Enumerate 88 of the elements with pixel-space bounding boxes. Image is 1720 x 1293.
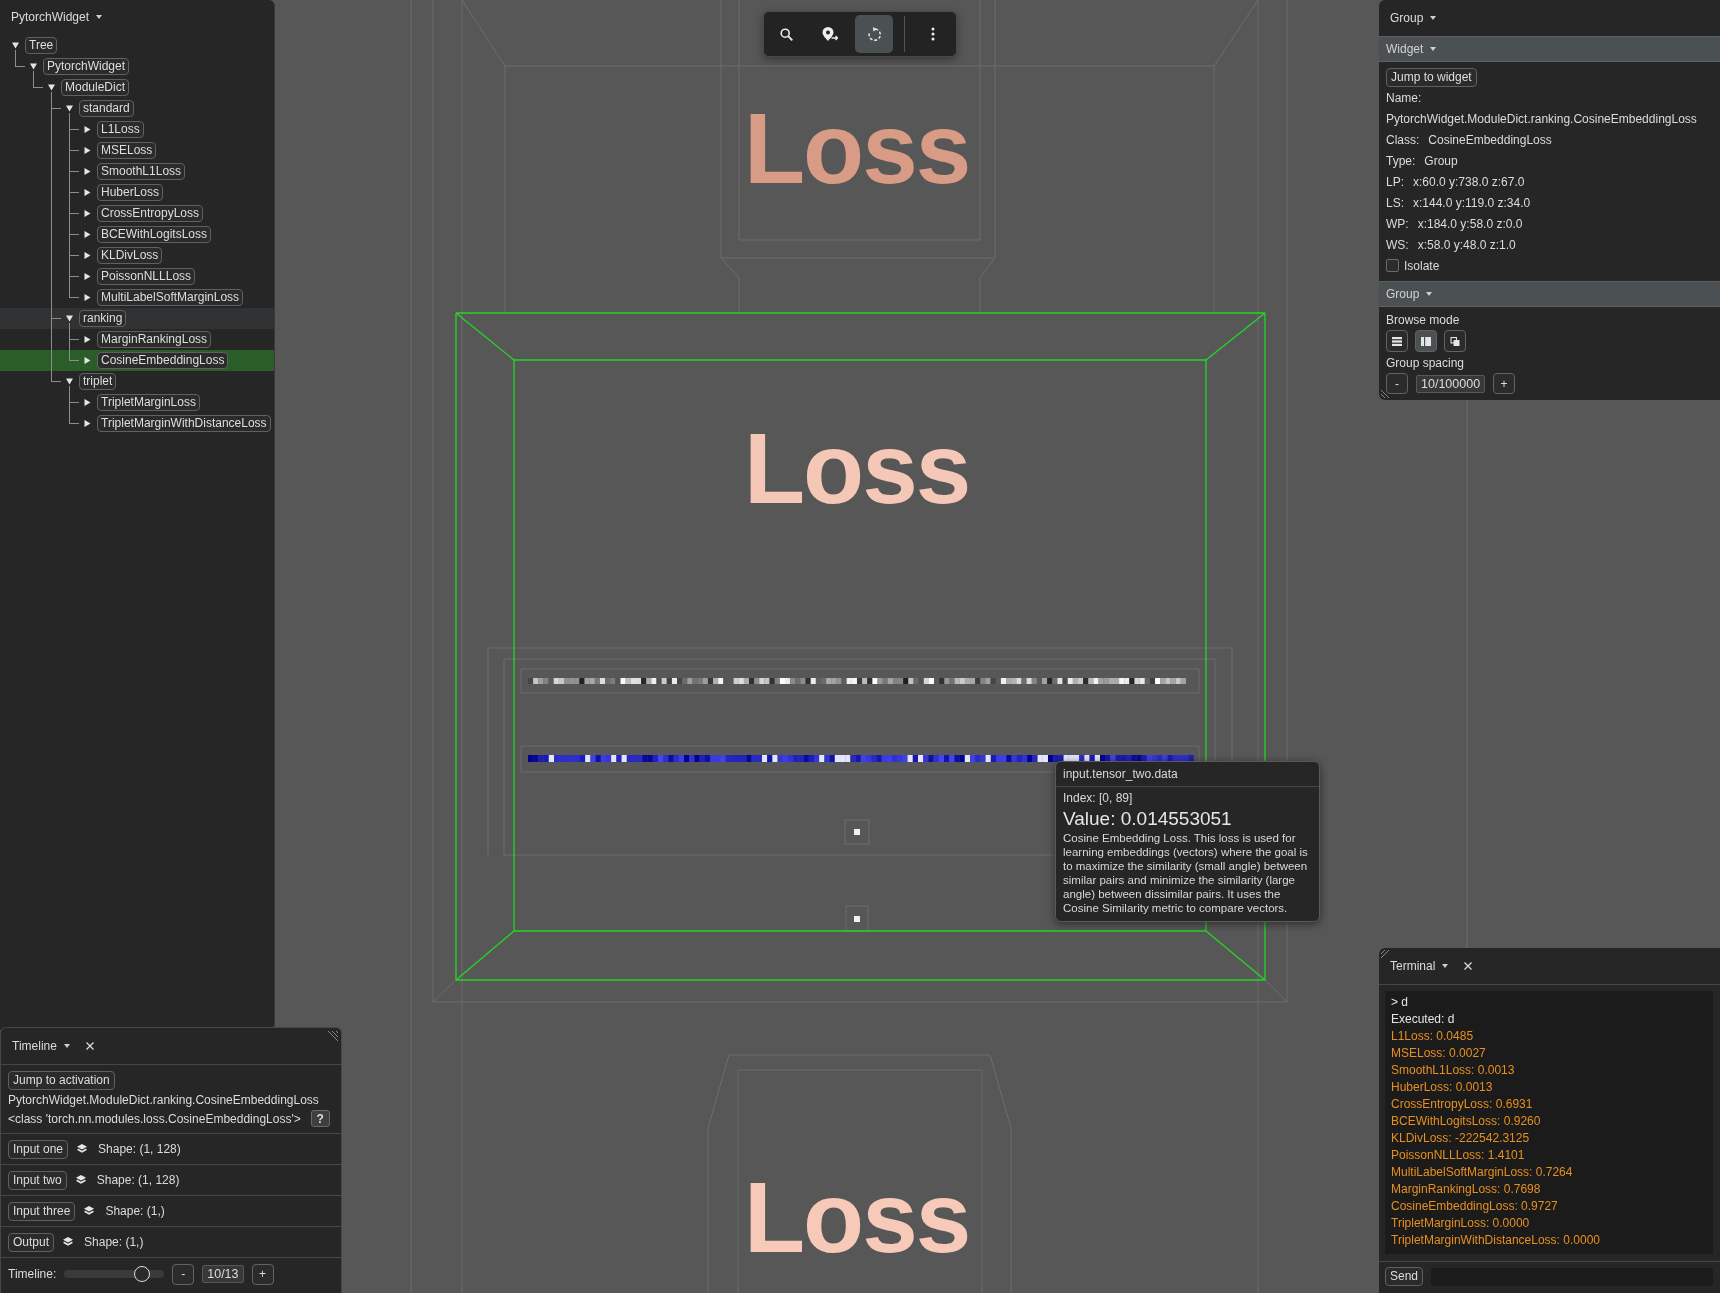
tree-node-label[interactable]: SmoothL1Loss (97, 163, 186, 180)
dimensions-label: Shape: (1,) (84, 1235, 144, 1249)
tree-node-label[interactable]: CrossEntropyLoss (97, 205, 204, 222)
section-header[interactable]: Group (1379, 281, 1720, 307)
tree-row[interactable]: CosineEmbeddingLoss (0, 350, 274, 371)
caret-right-icon[interactable] (84, 336, 91, 343)
caret-right-icon[interactable] (84, 126, 91, 133)
tree-node-label[interactable]: MSELoss (97, 142, 157, 159)
tree-row[interactable]: MSELoss (0, 140, 274, 161)
caret-right-icon[interactable] (84, 210, 91, 217)
caret-right-icon[interactable] (84, 231, 91, 238)
tree-row[interactable]: ranking (0, 308, 274, 329)
caret-right-icon[interactable] (84, 294, 91, 301)
caret-right-icon[interactable] (84, 420, 91, 427)
caret-down-icon[interactable] (66, 378, 73, 385)
tensor-button[interactable]: Input three (8, 1201, 76, 1221)
caret-down-icon[interactable] (12, 42, 19, 49)
caret-down-icon[interactable] (66, 105, 73, 112)
tensor-button[interactable]: Input one (8, 1139, 69, 1159)
decrement-button[interactable]: - (172, 1263, 195, 1285)
tree-node-label[interactable]: triplet (79, 373, 117, 390)
tree-row[interactable]: PoissonNLLLoss (0, 266, 274, 287)
increment-button[interactable]: + (251, 1263, 274, 1285)
tree-row[interactable]: CrossEntropyLoss (0, 203, 274, 224)
tree-node-label[interactable]: TripletMarginLoss (97, 394, 200, 411)
tree-row[interactable]: TripletMarginWithDistanceLoss (0, 413, 274, 434)
panel-menu-button[interactable]: Timeline (12, 1036, 70, 1056)
tensor-button[interactable]: Input two (8, 1170, 67, 1190)
caret-down-icon (63, 1044, 70, 1048)
resize-grip-icon[interactable] (328, 1031, 338, 1041)
caret-right-icon[interactable] (84, 273, 91, 280)
tree-node-label[interactable]: ModuleDict (61, 79, 130, 96)
tree-node-label[interactable]: MarginRankingLoss (97, 331, 212, 348)
tree-row[interactable]: triplet (0, 371, 274, 392)
tree-node-label[interactable]: PytorchWidget (43, 58, 130, 75)
tree-row[interactable]: ModuleDict (0, 77, 274, 98)
caret-right-icon[interactable] (84, 189, 91, 196)
tree-row[interactable]: L1Loss (0, 119, 274, 140)
tree-node-label[interactable]: HuberLoss (97, 184, 164, 201)
section-header[interactable]: Widget (1379, 36, 1720, 62)
slider-thumb[interactable] (134, 1266, 151, 1282)
tree-node-label[interactable]: KLDivLoss (97, 247, 163, 264)
tree-row[interactable]: KLDivLoss (0, 245, 274, 266)
caret-down-icon[interactable] (48, 84, 55, 91)
tree-node-label[interactable]: MultiLabelSoftMarginLoss (97, 289, 244, 306)
tree-node-label[interactable]: Tree (25, 37, 58, 54)
tree-row[interactable]: PytorchWidget (0, 56, 274, 77)
layers-icon (77, 1144, 88, 1154)
tensor-button[interactable]: Output (8, 1232, 55, 1252)
caret-right-icon[interactable] (84, 357, 91, 364)
caret-right-icon[interactable] (84, 252, 91, 259)
tree-node-label[interactable]: standard (79, 100, 134, 117)
tree-node-label[interactable]: PoissonNLLLoss (97, 268, 196, 285)
tree-row[interactable]: TripletMarginLoss (0, 392, 274, 413)
dimensions-label: Shape: (1, 128) (98, 1142, 181, 1156)
layers-icon (75, 1175, 86, 1185)
panel-menu-button[interactable]: PytorchWidget (11, 7, 103, 27)
tree-node-label[interactable]: ranking (79, 310, 127, 327)
close-icon[interactable] (85, 1042, 94, 1050)
caret-down-icon (96, 15, 103, 19)
dimensions-label: Shape: (1,) (105, 1204, 165, 1218)
layers-icon (84, 1206, 95, 1216)
tree-row[interactable]: HuberLoss (0, 182, 274, 203)
tree-row[interactable]: MultiLabelSoftMarginLoss (0, 287, 274, 308)
tree-row[interactable]: BCEWithLogitsLoss (0, 224, 274, 245)
tree-node-label[interactable]: CosineEmbeddingLoss (97, 352, 229, 369)
increment-button[interactable]: + (1493, 373, 1516, 394)
class-name: <class 'torch.nn.modules.loss.CosineEmbeddingLoss'> (8, 1111, 301, 1126)
tree-row[interactable]: standard (0, 98, 274, 119)
help-button[interactable]: ? (310, 1110, 330, 1127)
tree-row[interactable]: SmoothL1Loss (0, 161, 274, 182)
caret-down-icon[interactable] (30, 63, 37, 70)
tree-node-label[interactable]: L1Loss (97, 121, 144, 138)
slider-label: Timeline: (8, 1267, 57, 1281)
property-value: PytorchWidget.ModuleDict.ranking.CosineEmbeddingLoss (1386, 111, 1697, 126)
step-field[interactable]: 10/13 (202, 1265, 244, 1283)
layers-icon (63, 1237, 74, 1247)
caret-right-icon[interactable] (84, 168, 91, 175)
caret-down-icon[interactable] (66, 315, 73, 322)
jump-to-activation-button[interactable]: Jump to activation (8, 1071, 115, 1090)
tree-row[interactable]: MarginRankingLoss (0, 329, 274, 350)
module-path: PytorchWidget.ModuleDict.ranking.CosineEmbeddingLoss (8, 1092, 319, 1107)
tree-row[interactable]: Tree (0, 35, 274, 56)
caret-right-icon[interactable] (84, 399, 91, 406)
tree-node-label[interactable]: BCEWithLogitsLoss (97, 226, 212, 243)
caret-right-icon[interactable] (84, 147, 91, 154)
dimensions-label: Shape: (1, 128) (96, 1173, 180, 1187)
tree-node-label[interactable]: TripletMarginWithDistanceLoss (97, 415, 271, 432)
